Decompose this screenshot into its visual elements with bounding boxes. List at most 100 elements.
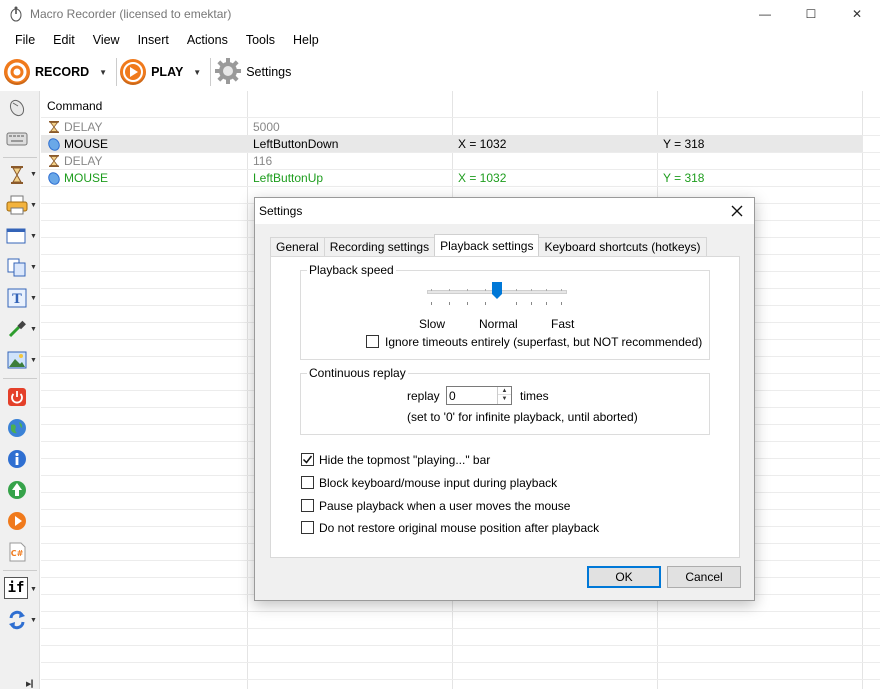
slider-tick [467,289,468,291]
play-icon[interactable] [4,509,30,533]
play-dropdown-arrow[interactable]: ▼ [193,68,201,77]
if-dropdown-arrow[interactable]: ▼ [30,586,37,593]
menu-view[interactable]: View [84,33,129,47]
dialog-title: Settings [259,204,303,218]
table-row[interactable]: MOUSE LeftButtonUp X = 1032 Y = 318 [41,169,863,186]
keyboard-icon[interactable] [4,127,30,151]
pause-on-mouse-checkbox[interactable] [301,499,314,512]
hide-playing-bar-checkbox[interactable] [301,453,314,466]
close-button[interactable]: ✕ [834,0,880,28]
tab-general[interactable]: General [270,237,325,256]
table-row[interactable]: DELAY 5000 [41,118,863,135]
play-label: PLAY [151,65,184,79]
eyedropper-icon[interactable] [4,317,30,341]
window-icon[interactable] [4,224,30,248]
no-restore-mouse-checkbox[interactable] [301,521,314,534]
eyedropper-dropdown-arrow[interactable]: ▼ [30,326,37,333]
ignore-timeouts-checkbox[interactable] [366,335,379,348]
table-row[interactable]: MOUSE LeftButtonDown X = 1032 Y = 318 [41,135,863,152]
image-icon[interactable] [4,348,30,372]
menu-actions[interactable]: Actions [178,33,237,47]
stepper-up-button[interactable]: ▲ [498,387,511,395]
loop-icon[interactable] [4,608,30,632]
close-icon [731,205,743,217]
grid-row-divider [41,628,880,629]
replay-count-input[interactable] [449,388,495,403]
grid-row-divider [41,679,880,680]
csharp-icon[interactable]: C# [4,540,30,564]
no-restore-mouse-label: Do not restore original mouse position a… [319,521,600,535]
minimize-button[interactable]: — [742,0,788,28]
window-dropdown-arrow[interactable]: ▼ [30,233,37,240]
record-dropdown-arrow[interactable]: ▼ [99,68,107,77]
menu-tools[interactable]: Tools [237,33,284,47]
maximize-button[interactable]: ☐ [788,0,834,28]
row-x: X = 1032 [458,136,507,151]
settings-button[interactable]: Settings [214,55,295,89]
recycle-icon[interactable] [4,478,30,502]
column-header-command[interactable]: Command [47,99,102,113]
row-command: DELAY [64,153,103,168]
svg-text:C#: C# [11,549,24,558]
menu-edit[interactable]: Edit [44,33,84,47]
record-button[interactable]: RECORD [4,55,93,89]
power-icon[interactable] [4,385,30,409]
ok-button[interactable]: OK [587,566,661,588]
mouse-icon [47,171,61,185]
minimize-icon: — [759,7,771,21]
replay-hint: (set to '0' for infinite playback, until… [407,410,638,424]
tab-keyboard-shortcuts[interactable]: Keyboard shortcuts (hotkeys) [538,237,707,256]
mouse-icon[interactable] [4,95,30,119]
copy-dropdown-arrow[interactable]: ▼ [30,264,37,271]
image-dropdown-arrow[interactable]: ▼ [30,357,37,364]
checkmark-icon [302,455,313,464]
grid-row-divider [41,645,880,646]
grid-row-divider [41,186,880,187]
play-icon [120,59,147,85]
hide-playing-bar-label: Hide the topmost "playing..." bar [319,453,491,467]
table-row[interactable]: DELAY 116 [41,152,863,169]
playback-speed-group: Playback speed Slow Normal Fast Ignore t… [300,263,710,360]
block-input-checkbox[interactable] [301,476,314,489]
info-icon[interactable] [4,447,30,471]
speed-fast-label: Fast [551,317,575,331]
ignore-timeouts-label: Ignore timeouts entirely (superfast, but… [385,335,703,349]
text-icon[interactable]: T [4,286,30,310]
tab-recording-settings[interactable]: Recording settings [323,237,436,256]
speed-slider-thumb[interactable] [492,282,502,299]
dialog-close-button[interactable] [728,202,746,220]
menu-insert[interactable]: Insert [129,33,178,47]
menu-file[interactable]: File [6,33,44,47]
stepper-down-button[interactable]: ▼ [498,395,511,403]
row-command: MOUSE [64,136,109,151]
text-dropdown-arrow[interactable]: ▼ [30,295,37,302]
print-dropdown-arrow[interactable]: ▼ [30,202,37,209]
playback-speed-legend: Playback speed [307,263,396,277]
grid-row-divider [41,611,880,612]
menu-bar: File Edit View Insert Actions Tools Help [0,29,880,51]
slider-tick [546,289,547,291]
play-button[interactable]: PLAY [120,55,187,89]
slider-tick [516,302,517,305]
copy-icon[interactable] [4,255,30,279]
scroll-right-arrow[interactable]: ▶▎ [26,680,40,689]
print-icon[interactable] [4,193,30,217]
replay-count-stepper[interactable]: ▲ ▼ [446,386,512,405]
loop-dropdown-arrow[interactable]: ▼ [30,617,37,624]
sidebar-separator [3,157,37,158]
replay-label: replay [407,389,440,403]
slider-tick [449,302,450,305]
menu-help[interactable]: Help [284,33,328,47]
slider-tick [449,289,450,291]
hourglass-icon[interactable] [4,163,30,187]
hourglass-dropdown-arrow[interactable]: ▼ [30,171,37,178]
toolbar-separator [116,58,118,86]
web-icon[interactable] [4,416,30,440]
record-icon [4,59,30,85]
slider-tick [516,289,517,291]
tab-playback-settings[interactable]: Playback settings [434,234,540,256]
svg-text:T: T [12,292,22,307]
if-icon[interactable]: if [4,577,28,599]
sidebar-separator [3,378,37,379]
cancel-button[interactable]: Cancel [667,566,741,588]
